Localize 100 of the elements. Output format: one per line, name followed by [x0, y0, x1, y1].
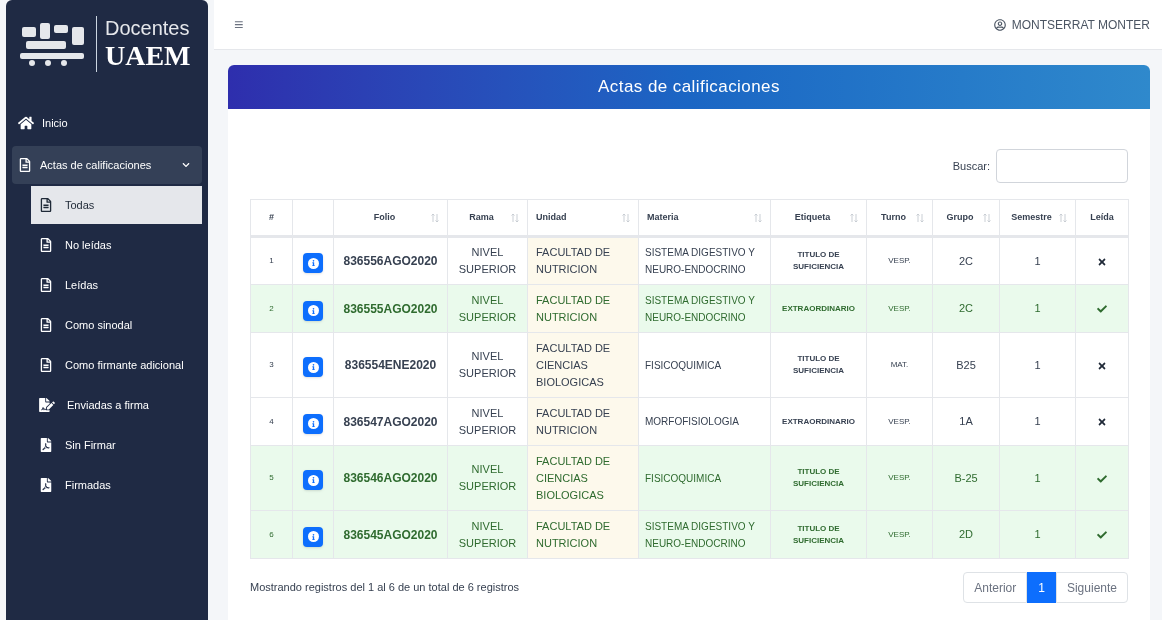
pagination-button[interactable]: 1 [1027, 572, 1056, 603]
sidebar-item[interactable]: Como firmante adicional [31, 346, 202, 384]
table-cell: FACULTAD DE CIENCIAS BIOLOGICAS [527, 332, 639, 398]
table-cell: 836554ENE2020 [333, 332, 448, 398]
table-cell: B-25 [932, 445, 1000, 511]
column-header[interactable]: Etiqueta [770, 199, 867, 237]
sidebar-item[interactable]: Actas de calificaciones [12, 146, 202, 184]
column-header[interactable]: Turno [866, 199, 933, 237]
home-icon [18, 115, 34, 131]
column-header[interactable]: Unidad [527, 199, 639, 237]
table-cell: SISTEMA DIGESTIVO Y NEURO-ENDOCRINO [638, 284, 771, 333]
table-row[interactable]: 1 836556AGO2020 NIVEL SUPERIOR FACULTAD DE NUTRICION SISTEMA DIGESTIVO Y NEURO-ENDOCRINO TITULO DE SUFICIENCIA VESP. 2C 1 [250, 236, 1129, 285]
table-cell: FACULTAD DE NUTRICION [527, 397, 639, 446]
info-icon [310, 364, 316, 370]
table-cell: 2 [250, 284, 293, 333]
table-cell: EXTRAORDINARIO [770, 397, 867, 446]
info-icon [310, 477, 316, 483]
info-button[interactable] [303, 253, 323, 273]
sort-icon [850, 212, 858, 223]
cross-icon [1097, 417, 1107, 428]
info-icon [310, 260, 316, 266]
cross-icon [1097, 360, 1107, 371]
table-cell: FACULTAD DE NUTRICION [527, 510, 639, 559]
document-icon [39, 478, 53, 492]
chevron-icon [182, 161, 190, 169]
table-cell: 836556AGO2020 [333, 236, 448, 285]
column-header[interactable]: Materia [638, 199, 771, 237]
check-icon [1097, 473, 1107, 484]
sort-icon [754, 212, 762, 223]
document-icon [39, 278, 53, 292]
user-name: MONTSERRAT MONTER [1011, 16, 1150, 34]
table-cell: FACULTAD DE CIENCIAS BIOLOGICAS [527, 445, 639, 511]
user-icon [993, 18, 1006, 31]
table-row[interactable]: 6 836545AGO2020 NIVEL SUPERIOR FACULTAD DE NUTRICION SISTEMA DIGESTIVO Y NEURO-ENDOCRINO TITULO DE SUFICIENCIA VESP. 2D 1 [250, 510, 1129, 559]
pagination-button[interactable]: Siguiente [1055, 572, 1128, 603]
table-cell: B25 [932, 332, 1000, 398]
cross-icon [1097, 256, 1107, 267]
table-row[interactable]: 3 836554ENE2020 NIVEL SUPERIOR FACULTAD DE CIENCIAS BIOLOGICAS FISICOQUIMICA TITULO DE SUFICIENCIA MAT. B25 1 [250, 332, 1129, 398]
sort-icon [916, 212, 924, 223]
table-cell: VESP. [866, 284, 933, 333]
table-cell: 2D [932, 510, 1000, 559]
table-cell: 1 [250, 236, 293, 285]
sidebar-item[interactable]: Sin Firmar [31, 426, 202, 464]
table-cell: FACULTAD DE NUTRICION [527, 284, 639, 333]
info-button[interactable] [303, 413, 323, 434]
info-icon [310, 533, 316, 540]
search-field[interactable] [996, 149, 1128, 183]
table-cell: TITULO DE SUFICIENCIA [770, 510, 867, 559]
signature-icon [39, 398, 55, 412]
document-icon [39, 238, 53, 252]
pagination-button[interactable]: Anterior [963, 572, 1028, 603]
sidebar-item[interactable]: Todas [31, 186, 202, 224]
sidebar-item[interactable]: Enviadas a firma [31, 386, 202, 424]
table-cell: TITULO DE SUFICIENCIA [770, 236, 867, 285]
table-cell: FACULTAD DE NUTRICION [527, 236, 639, 285]
info-button[interactable] [303, 470, 323, 490]
table-cell: 1 [999, 332, 1076, 398]
info-icon [310, 420, 316, 427]
sidebar-item[interactable]: Como sinodal [31, 306, 202, 344]
info-button[interactable] [303, 526, 323, 547]
brand-subtitle: Docentes [105, 16, 191, 40]
table-cell: 2C [932, 284, 1000, 333]
sidebar-item[interactable]: Leídas [31, 266, 202, 304]
document-icon [39, 438, 53, 452]
table-row[interactable]: 2 836555AGO2020 NIVEL SUPERIOR FACULTAD DE NUTRICION SISTEMA DIGESTIVO Y NEURO-ENDOCRINO EXTRAORDINARIO VESP. 2C 1 [250, 284, 1129, 333]
table-cell: TITULO DE SUFICIENCIA [770, 332, 867, 398]
table-row[interactable]: 5 836546AGO2020 NIVEL SUPERIOR FACULTAD DE CIENCIAS BIOLOGICAS FISICOQUIMICA TITULO DE SUFICIENCIA VESP. B-25 1 [250, 445, 1129, 511]
table-row[interactable]: 4 836547AGO2020 NIVEL SUPERIOR FACULTAD DE NUTRICION MORFOFISIOLOGIA EXTRAORDINARIO VESP. 1A 1 [250, 397, 1129, 446]
table-cell: 2C [932, 236, 1000, 285]
table-cell: EXTRAORDINARIO [770, 284, 867, 333]
table-cell: 1A [932, 397, 1000, 446]
column-header[interactable]: Rama [447, 199, 528, 237]
column-header[interactable]: Grupo [932, 199, 1000, 237]
table-cell: SISTEMA DIGESTIVO Y NEURO-ENDOCRINO [638, 236, 771, 285]
table-cell: 1 [999, 445, 1076, 511]
column-header[interactable]: Folio [333, 199, 448, 237]
table-cell: 836555AGO2020 [333, 284, 448, 333]
sidebar-item[interactable]: Firmadas [31, 466, 202, 504]
sidebar-item[interactable]: No leídas [31, 226, 202, 264]
menu-button[interactable]: ≡ [234, 12, 244, 37]
brand-title: UAEM [105, 40, 191, 72]
info-button[interactable] [303, 357, 323, 377]
table-cell: 3 [250, 332, 293, 398]
records-summary: Mostrando registros del 1 al 6 de un total de 6 registros [250, 580, 520, 596]
table-cell: NIVEL SUPERIOR [447, 284, 528, 333]
info-button[interactable] [303, 300, 323, 321]
sort-icon [622, 212, 630, 223]
column-header[interactable]: Semestre [999, 199, 1076, 237]
table-cell: 5 [250, 445, 293, 511]
table-cell: VESP. [866, 236, 933, 285]
table-cell: NIVEL SUPERIOR [447, 510, 528, 559]
table-cell: 1 [999, 284, 1076, 333]
column-header: # [250, 199, 293, 237]
table-cell: NIVEL SUPERIOR [447, 445, 528, 511]
sidebar-item[interactable]: Inicio [12, 104, 202, 142]
table-cell: NIVEL SUPERIOR [447, 332, 528, 398]
sort-icon [511, 212, 519, 223]
table-cell: 1 [999, 510, 1076, 559]
sort-icon [983, 212, 991, 223]
check-icon [1097, 304, 1107, 315]
